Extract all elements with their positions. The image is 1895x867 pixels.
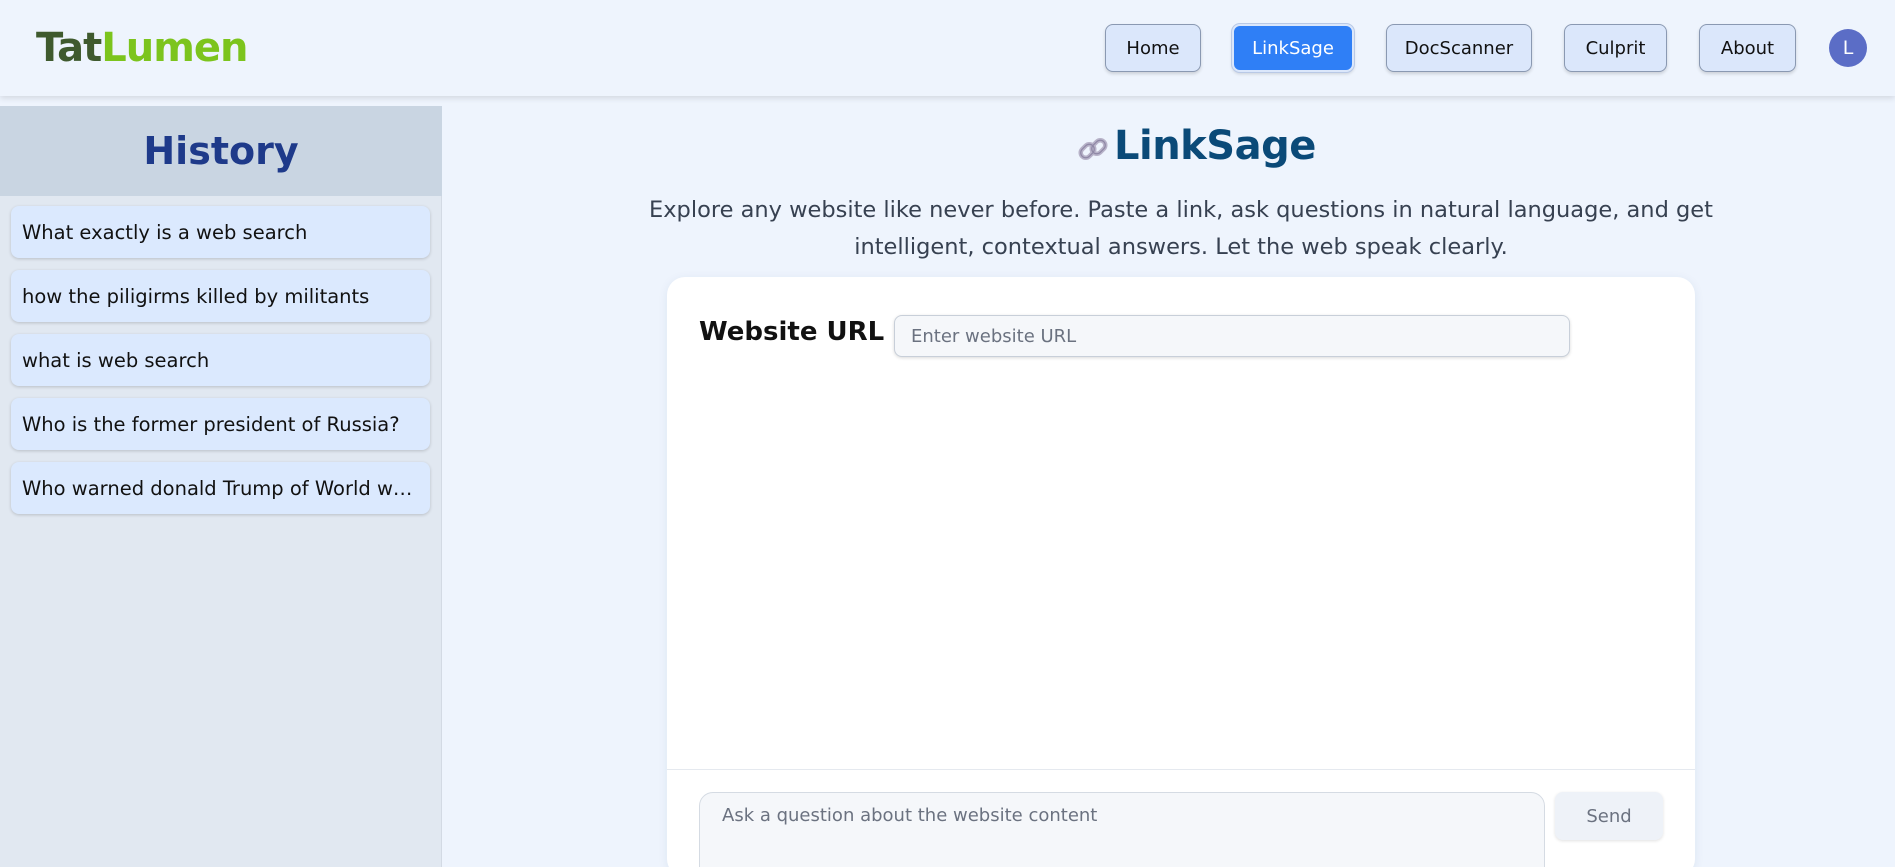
history-item[interactable]: Who is the former president of Russia?	[11, 398, 430, 450]
top-navbar: TatLumen Home LinkSage DocScanner Culpri…	[0, 0, 1895, 96]
history-item[interactable]: What exactly is a web search	[11, 206, 430, 258]
user-avatar[interactable]: L	[1829, 29, 1867, 67]
chat-card: Website URL : Send	[667, 277, 1695, 867]
question-input[interactable]	[699, 792, 1545, 867]
send-button[interactable]: Send	[1555, 792, 1663, 840]
website-url-input[interactable]	[894, 315, 1570, 357]
history-item-label: how the piligirms killed by militants	[22, 284, 370, 308]
nav-linksage-button[interactable]: LinkSage	[1232, 24, 1354, 72]
url-label: Website URL :	[699, 317, 904, 347]
history-item-label: what is web search	[22, 348, 210, 372]
logo[interactable]: TatLumen	[36, 22, 249, 74]
history-item-label: Who is the former president of Russia?	[22, 412, 400, 436]
logo-text-part1: Tat	[36, 25, 102, 71]
sidebar-title: History	[143, 129, 299, 173]
history-sidebar: History What exactly is a web search how…	[0, 106, 442, 867]
sidebar-header: History	[0, 106, 442, 196]
nav-culprit-button[interactable]: Culprit	[1564, 24, 1667, 72]
history-item-label: Who warned donald Trump of World war 3?	[22, 476, 419, 500]
nav-about-button[interactable]: About	[1699, 24, 1796, 72]
history-item[interactable]: how the piligirms killed by militants	[11, 270, 430, 322]
page-title: LinkSage	[1076, 118, 1316, 174]
divider	[667, 769, 1695, 770]
nav-home-button[interactable]: Home	[1105, 24, 1201, 72]
logo-text-part2: Lumen	[101, 25, 248, 71]
history-list: What exactly is a web search how the pil…	[0, 196, 441, 514]
history-item[interactable]: what is web search	[11, 334, 430, 386]
history-item-label: What exactly is a web search	[22, 220, 308, 244]
history-item[interactable]: Who warned donald Trump of World war 3?	[11, 462, 430, 514]
page-title-text: LinkSage	[1114, 123, 1316, 169]
page-description: Explore any website like never before. P…	[649, 197, 1713, 260]
link-icon	[1078, 137, 1108, 161]
nav-docscanner-button[interactable]: DocScanner	[1386, 24, 1532, 72]
